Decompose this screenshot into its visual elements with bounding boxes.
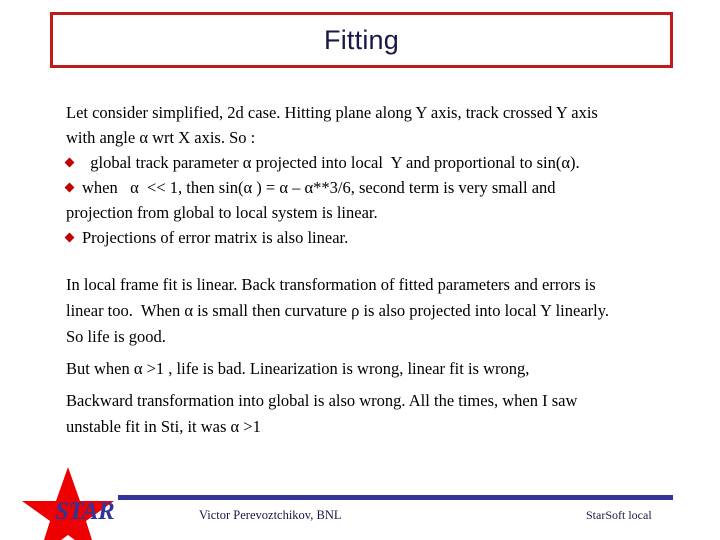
para2-line-6: unstable fit in Sti, it was α >1: [66, 417, 261, 436]
slide-body-lower: In local frame fit is linear. Back trans…: [66, 272, 686, 440]
slide-title-box: Fitting: [50, 12, 673, 68]
list-item: when α << 1, then sin(α ) = α – α**3/6, …: [64, 175, 680, 225]
intro-line-2: with angle α wrt X axis. So :: [66, 128, 256, 147]
slide-body-upper: Let consider simplified, 2d case. Hittin…: [64, 100, 680, 250]
page-title: Fitting: [324, 24, 399, 55]
footer-divider: [118, 495, 673, 500]
slide-canvas: Fitting Let consider simplified, 2d case…: [0, 0, 720, 540]
bullet-1-line-1: global track parameter α projected into …: [82, 153, 580, 172]
para2-line-4: But when α >1 , life is bad. Linearizati…: [66, 359, 530, 378]
para2-line-5: Backward transformation into global is a…: [66, 391, 578, 410]
footer-right-label: StarSoft local: [586, 508, 652, 522]
bullet-1-text: global track parameter α projected into …: [66, 150, 680, 175]
bullet-3-line-1: Projections of error matrix is also line…: [82, 228, 349, 247]
bullet-2-line-1: when α << 1, then sin(α ) = α – α**3/6, …: [82, 178, 556, 197]
star-logo: STAR: [22, 466, 115, 540]
para2-line-2: linear too. When α is small then curvatu…: [66, 301, 610, 320]
star-logo-text: STAR: [55, 498, 115, 525]
bullet-3-text: Projections of error matrix is also line…: [66, 225, 680, 250]
footer-author: Victor Perevoztchikov, BNL: [199, 508, 342, 522]
bullet-2-line-2: projection from global to local system i…: [66, 203, 378, 222]
para2-line-3: So life is good.: [66, 327, 166, 346]
intro-line-1: Let consider simplified, 2d case. Hittin…: [66, 103, 598, 122]
list-item: global track parameter α projected into …: [64, 150, 680, 175]
bullet-2-text: when α << 1, then sin(α ) = α – α**3/6, …: [66, 175, 680, 225]
list-item: Projections of error matrix is also line…: [64, 225, 680, 250]
para2-line-1: In local frame fit is linear. Back trans…: [66, 275, 596, 294]
intro-paragraph: Let consider simplified, 2d case. Hittin…: [66, 100, 680, 150]
